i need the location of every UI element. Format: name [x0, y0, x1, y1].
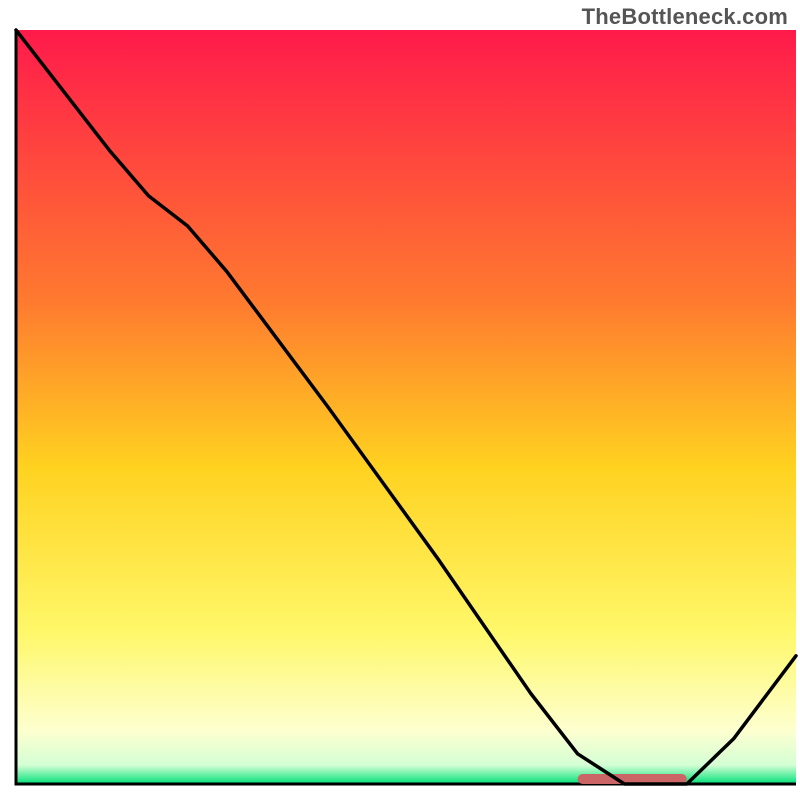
chart-canvas: [0, 0, 800, 800]
watermark-text: TheBottleneck.com: [582, 4, 788, 30]
chart-frame: TheBottleneck.com: [0, 0, 800, 800]
plot-background: [16, 30, 796, 784]
